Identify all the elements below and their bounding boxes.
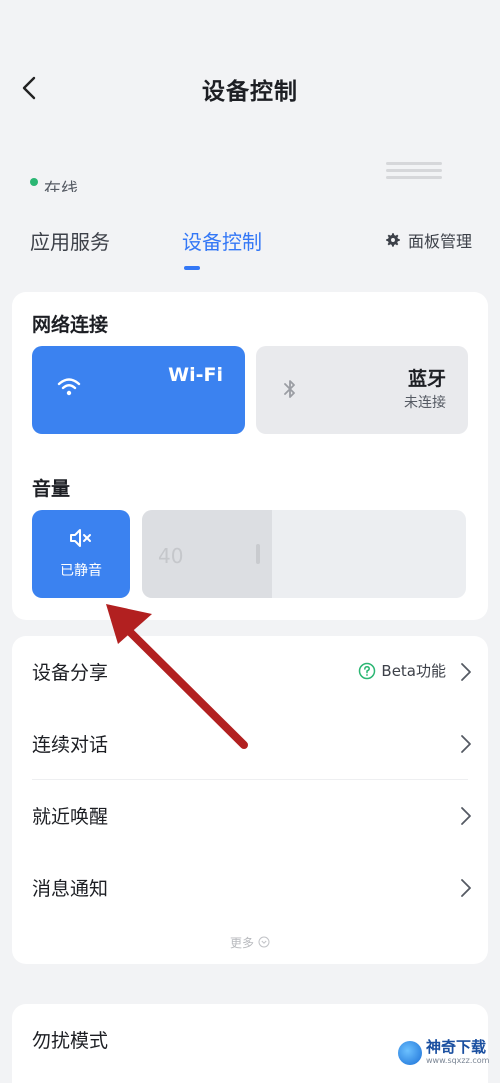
chevron-right-icon [461, 879, 471, 897]
volume-section-title: 音量 [32, 478, 71, 500]
watermark-logo-icon [398, 1040, 422, 1065]
help-circle-icon [359, 662, 376, 679]
chevron-down-circle-icon [258, 936, 270, 948]
tab-indicator [184, 266, 200, 270]
bluetooth-label: 蓝牙 [407, 368, 446, 390]
watermark-url: www.sqxzz.com [426, 1056, 490, 1065]
online-dot-icon [30, 178, 38, 186]
network-section-title: 网络连接 [32, 314, 109, 336]
gear-icon [386, 233, 400, 247]
beta-label: Beta功能 [381, 662, 446, 680]
volume-value: 40 [158, 544, 184, 568]
menu-item-device-share[interactable]: 设备分享 Beta功能 [12, 636, 488, 708]
status-text: 在线 [44, 179, 78, 193]
chevron-right-icon [461, 807, 471, 825]
beta-badge: Beta功能 [358, 660, 446, 681]
menu-item-nearby-wake[interactable]: 就近唤醒 [12, 780, 488, 852]
chevron-right-icon [461, 735, 471, 753]
menu-item-notifications[interactable]: 消息通知 [12, 852, 488, 924]
tab-bar: 应用服务 设备控制 面板管理 [0, 218, 500, 278]
speaker-muted-icon [70, 529, 91, 547]
settings-menu-card: 设备分享 Beta功能 连续对话 就近唤醒 消息通知 更多 [12, 636, 488, 964]
mute-label: 已静音 [60, 563, 102, 579]
wifi-icon [57, 378, 81, 396]
menu-item-label: 设备分享 [32, 662, 109, 684]
menu-item-label: 消息通知 [32, 878, 109, 900]
more-button[interactable]: 更多 [12, 926, 488, 958]
panel-manage-label: 面板管理 [407, 232, 472, 251]
chevron-right-icon [461, 663, 471, 681]
wifi-label: Wi-Fi [168, 364, 223, 386]
mute-button[interactable]: 已静音 [32, 510, 130, 598]
bluetooth-tile[interactable]: 蓝牙 未连接 [256, 346, 468, 434]
header: 设备控制 在线 [0, 0, 500, 192]
volume-handle[interactable] [256, 544, 260, 564]
more-label: 更多 [229, 935, 254, 950]
control-card: 网络连接 Wi-Fi 蓝牙 未连接 音量 已静音 40 [12, 292, 488, 620]
menu-item-label: 就近唤醒 [32, 806, 109, 828]
watermark-logo: 神奇下载 www.sqxzz.com [398, 1040, 489, 1065]
volume-slider[interactable]: 40 [142, 510, 466, 598]
panel-manage-button[interactable]: 面板管理 [384, 228, 472, 252]
bluetooth-icon [284, 380, 295, 398]
watermark-name: 神奇下载 [426, 1038, 487, 1056]
dnd-label: 勿扰模式 [32, 1030, 109, 1052]
bluetooth-status: 未连接 [404, 395, 446, 411]
wifi-tile[interactable]: Wi-Fi [32, 346, 245, 434]
device-status: 在线 [30, 172, 78, 192]
device-image [386, 158, 442, 186]
menu-item-label: 连续对话 [32, 734, 109, 756]
tab-device-control[interactable]: 设备控制 [182, 226, 262, 255]
tab-app-services[interactable]: 应用服务 [30, 226, 110, 255]
menu-item-continuous-dialog[interactable]: 连续对话 [12, 708, 488, 780]
page-title: 设备控制 [202, 79, 298, 105]
